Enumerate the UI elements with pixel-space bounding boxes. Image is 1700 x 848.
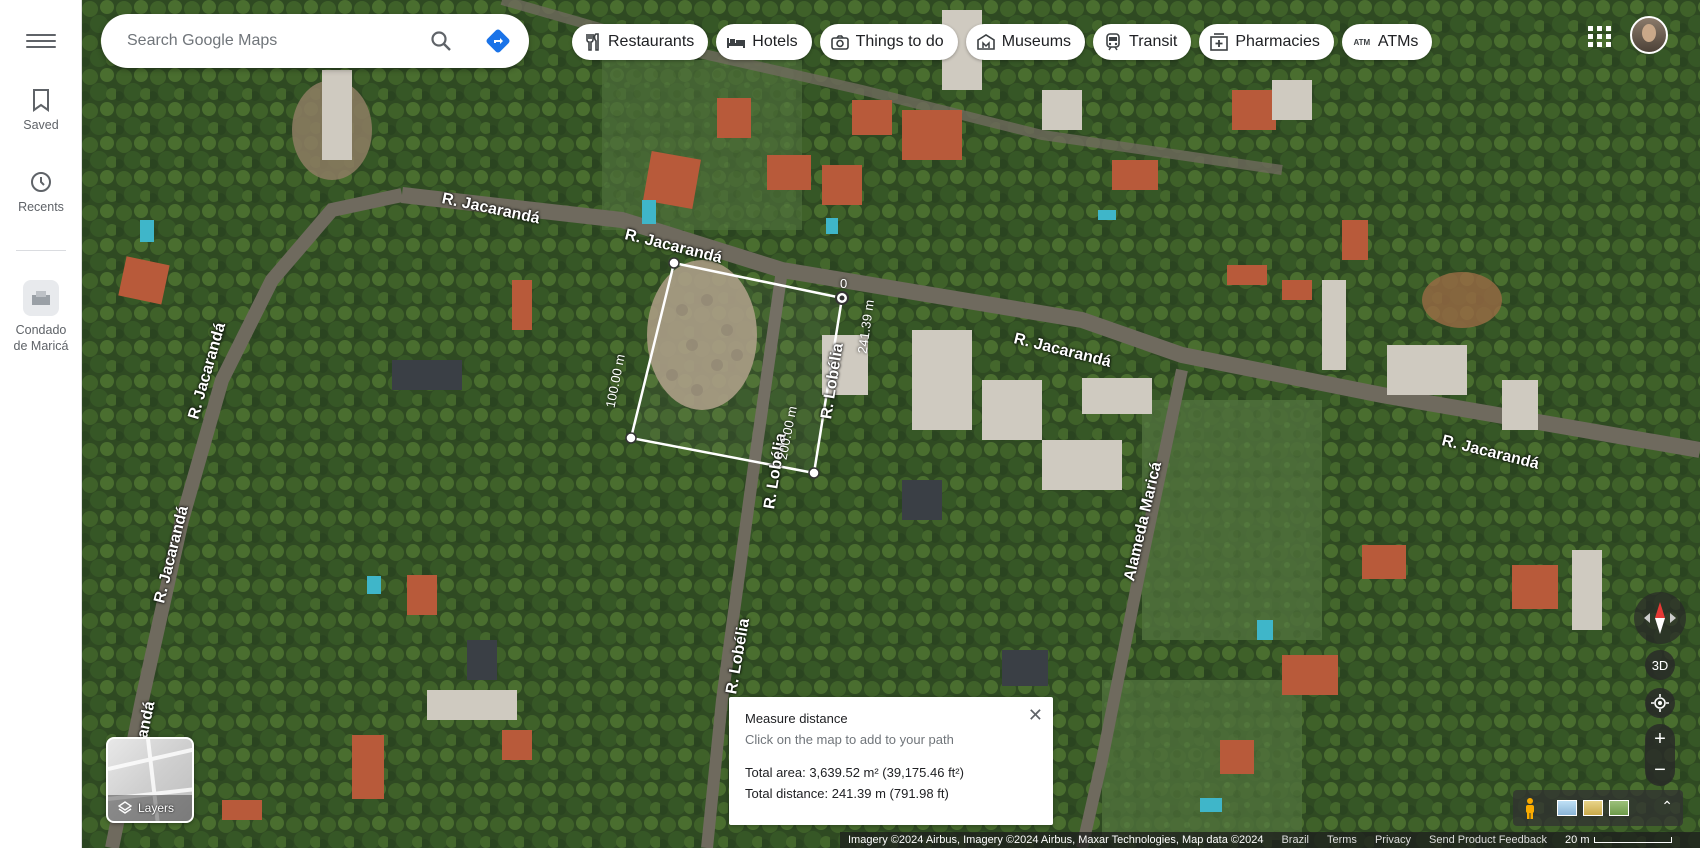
sidebar: Saved Recents Condado de Maricá: [0, 0, 82, 848]
imagery-tile-1[interactable]: [1557, 800, 1577, 816]
layers-label-wrap: Layers: [118, 801, 174, 815]
measure-title: Measure distance: [745, 711, 848, 726]
museum-icon: [976, 32, 996, 52]
category-chips: Restaurants Hotels Things to do Museums …: [572, 24, 1433, 60]
bed-icon: [726, 32, 746, 52]
pegman-icon[interactable]: [1523, 797, 1537, 819]
chip-label: Restaurants: [608, 33, 695, 50]
pharmacy-icon: [1209, 32, 1229, 52]
3d-toggle-button[interactable]: 3D: [1645, 650, 1675, 680]
menu-icon[interactable]: [26, 30, 56, 52]
terms-link[interactable]: Terms: [1327, 834, 1357, 846]
recents-label: Recents: [18, 200, 64, 214]
measure-distance-panel: ✕ Measure distance Click on the map to a…: [729, 697, 1053, 825]
measure-label-start: 0: [840, 276, 848, 291]
chip-things-to-do[interactable]: Things to do: [819, 24, 958, 60]
layers-button[interactable]: Layers: [106, 737, 194, 823]
atm-icon: ATM: [1353, 37, 1371, 47]
chip-atms[interactable]: ATM ATMs: [1341, 24, 1433, 60]
directions-button[interactable]: [485, 28, 511, 59]
zoom-controls: + −: [1645, 724, 1675, 786]
measure-total-area: Total area: 3,639.52 m² (39,175.46 ft²): [745, 765, 964, 780]
search-button[interactable]: [429, 29, 453, 58]
scale-label: 20 m: [1565, 834, 1590, 846]
saved-label: Saved: [23, 118, 59, 132]
my-location-icon: [1651, 694, 1669, 712]
zoom-out-button[interactable]: −: [1645, 755, 1675, 786]
expand-icon[interactable]: ⌃: [1661, 798, 1673, 815]
chip-label: ATMs: [1377, 33, 1419, 50]
place-name-line2: de Maricá: [13, 339, 69, 353]
search-input[interactable]: [127, 32, 417, 50]
layers-icon: [118, 801, 132, 814]
chip-restaurants[interactable]: Restaurants: [572, 24, 709, 60]
saved-button[interactable]: Saved: [0, 88, 82, 132]
chip-label: Hotels: [752, 33, 798, 50]
recent-place-condado[interactable]: Condado de Maricá: [0, 280, 82, 354]
chip-pharmacies[interactable]: Pharmacies: [1199, 24, 1334, 60]
imagery-tile-2[interactable]: [1583, 800, 1603, 816]
layers-label: Layers: [138, 801, 175, 815]
chip-label: Transit: [1129, 33, 1178, 50]
chip-label: Things to do: [855, 33, 944, 50]
search-icon: [431, 31, 451, 51]
history-icon: [31, 172, 51, 192]
scale-bar: [1593, 837, 1672, 843]
street-view-bar: ⌃: [1513, 790, 1683, 826]
bookmark-icon: [33, 89, 49, 112]
camera-icon: [830, 32, 850, 52]
place-thumbnail-icon: [23, 280, 59, 316]
chip-hotels[interactable]: Hotels: [716, 24, 812, 60]
chip-museums[interactable]: Museums: [965, 24, 1086, 60]
place-name-line1: Condado: [15, 323, 67, 337]
account-avatar[interactable]: [1630, 16, 1668, 54]
chip-label: Pharmacies: [1235, 33, 1320, 50]
fork-knife-icon: [582, 32, 602, 52]
map-footer: Imagery ©2024 Airbus, Imagery ©2024 Airb…: [840, 832, 1700, 848]
imagery-attribution: Imagery ©2024 Airbus, Imagery ©2024 Airb…: [848, 834, 1264, 846]
country-link[interactable]: Brazil: [1281, 834, 1309, 846]
my-location-button[interactable]: [1645, 688, 1675, 718]
apps-grid-icon[interactable]: [1586, 24, 1611, 48]
chip-label: Museums: [1001, 33, 1072, 50]
search-box: [101, 14, 529, 68]
sidebar-divider: [16, 250, 66, 251]
chip-transit[interactable]: Transit: [1093, 24, 1192, 60]
compass-button[interactable]: [1634, 592, 1686, 644]
close-icon[interactable]: ✕: [1028, 705, 1043, 726]
feedback-link[interactable]: Send Product Feedback: [1429, 834, 1547, 846]
imagery-tile-3[interactable]: [1609, 800, 1629, 816]
train-icon: [1103, 32, 1123, 52]
compass-icon: [1644, 602, 1676, 634]
measure-total-distance: Total distance: 241.39 m (791.98 ft): [745, 786, 949, 801]
privacy-link[interactable]: Privacy: [1375, 834, 1411, 846]
measure-subtitle: Click on the map to add to your path: [745, 732, 954, 747]
zoom-in-button[interactable]: +: [1645, 724, 1675, 755]
recents-button[interactable]: Recents: [0, 170, 82, 214]
directions-icon: [486, 29, 510, 53]
map-scale[interactable]: 20 m: [1565, 834, 1672, 846]
